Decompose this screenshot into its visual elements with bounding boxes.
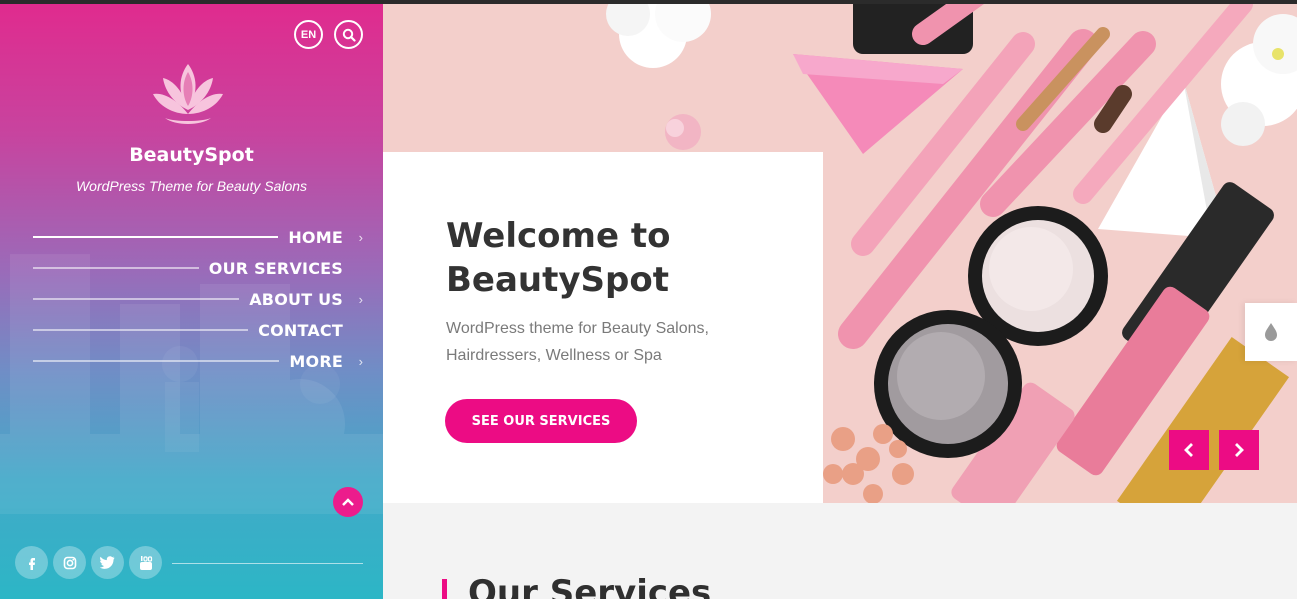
facebook-icon bbox=[28, 557, 35, 570]
nav-item-contact[interactable]: CONTACT bbox=[33, 320, 363, 340]
nav-line bbox=[33, 267, 199, 269]
services-section: Our Services bbox=[383, 503, 1297, 599]
hero-subtitle: WordPress theme for Beauty Salons, Haird… bbox=[446, 320, 709, 364]
section-accent-bar bbox=[442, 579, 447, 599]
hero-title: Welcome to BeautySpot bbox=[446, 216, 671, 300]
nav-label-our-services: OUR SERVICES bbox=[208, 258, 343, 278]
hero-slider: Welcome to BeautySpot WordPress theme fo… bbox=[383, 4, 1297, 503]
style-switcher-tab[interactable] bbox=[1245, 303, 1297, 361]
nav-line bbox=[33, 298, 240, 300]
services-heading: Our Services bbox=[468, 573, 712, 599]
youtube-icon bbox=[139, 555, 152, 570]
nav-item-more[interactable]: MORE › bbox=[33, 351, 363, 371]
welcome-card: Welcome to BeautySpot WordPress theme fo… bbox=[383, 152, 823, 503]
chevron-right-icon bbox=[1235, 443, 1244, 457]
sidebar: EN BeautySpot WordPress Theme for Beauty… bbox=[0, 4, 383, 599]
language-switch-button[interactable]: EN bbox=[294, 20, 323, 49]
scroll-to-top-button[interactable] bbox=[333, 487, 363, 517]
nav-item-about-us[interactable]: ABOUT US › bbox=[33, 289, 363, 309]
nav-line bbox=[33, 360, 280, 362]
chevron-up-icon bbox=[342, 498, 354, 506]
nav-label-contact: CONTACT bbox=[258, 320, 343, 340]
slider-next-button[interactable] bbox=[1219, 430, 1259, 470]
search-icon bbox=[342, 28, 356, 42]
nav-line bbox=[33, 236, 279, 238]
nav-label-about-us: ABOUT US bbox=[249, 289, 343, 309]
chevron-left-icon bbox=[1184, 443, 1193, 457]
brand-name: BeautySpot bbox=[129, 144, 254, 166]
social-divider bbox=[172, 563, 363, 564]
brand-tagline: WordPress Theme for Beauty Salons bbox=[75, 178, 308, 194]
nav-label-home: HOME bbox=[288, 227, 343, 247]
nav-item-home[interactable]: HOME › bbox=[33, 227, 363, 247]
lotus-logo-icon[interactable] bbox=[151, 62, 225, 132]
instagram-link[interactable] bbox=[53, 546, 86, 579]
slider-prev-button[interactable] bbox=[1169, 430, 1209, 470]
youtube-link[interactable] bbox=[129, 546, 162, 579]
chevron-right-icon: › bbox=[358, 291, 363, 307]
nav-item-our-services[interactable]: OUR SERVICES bbox=[33, 258, 363, 278]
search-button[interactable] bbox=[334, 20, 363, 49]
facebook-link[interactable] bbox=[15, 546, 48, 579]
drop-icon bbox=[1265, 323, 1277, 341]
nav-label-more: MORE bbox=[289, 351, 343, 371]
twitter-icon bbox=[100, 556, 115, 569]
instagram-icon bbox=[63, 556, 76, 569]
chevron-right-icon: › bbox=[358, 229, 363, 245]
chevron-right-icon: › bbox=[358, 353, 363, 369]
see-our-services-button[interactable]: SEE OUR SERVICES bbox=[445, 399, 637, 443]
language-label: EN bbox=[300, 28, 317, 41]
nav-line bbox=[33, 329, 249, 331]
twitter-link[interactable] bbox=[91, 546, 124, 579]
